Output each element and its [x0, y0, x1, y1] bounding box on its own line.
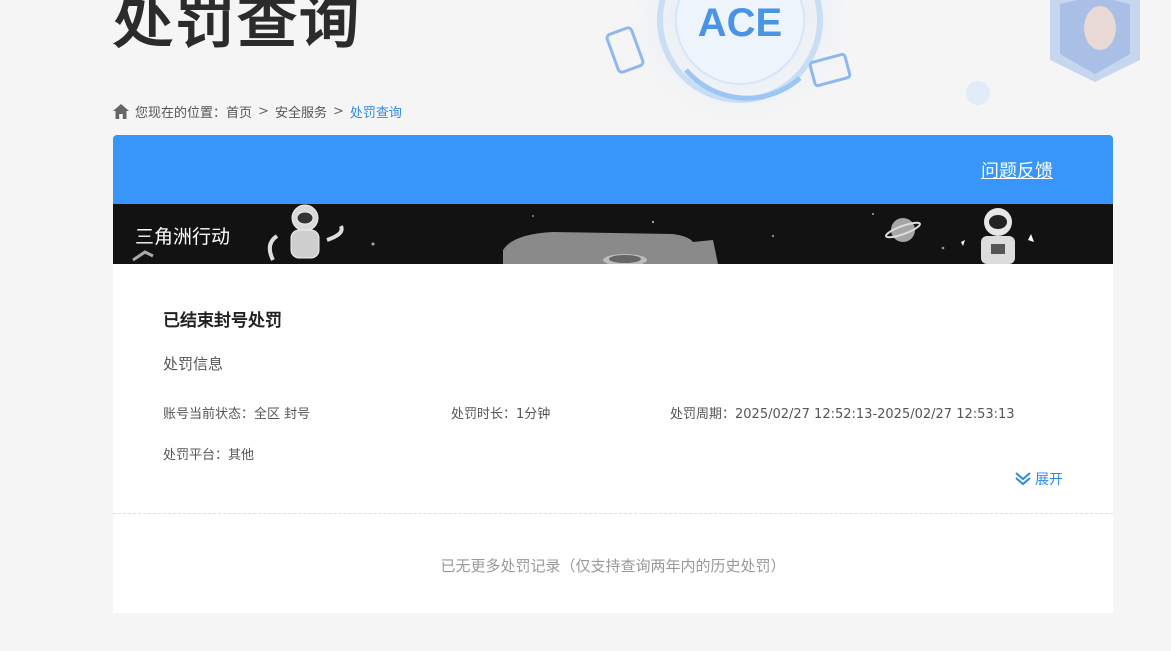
ace-logo-icon: ACE	[605, 0, 852, 125]
divider	[113, 513, 1113, 514]
no-more-records-text: 已无更多处罚记录（仅支持查询两年内的历史处罚）	[440, 557, 786, 575]
svg-text:ACE: ACE	[698, 1, 782, 45]
panel-header: 问题反馈	[113, 135, 1113, 204]
penalty-period: 处罚周期：2025/02/27 12:52:13-2025/02/27 12:5…	[670, 407, 1015, 422]
double-chevron-down-icon	[1015, 472, 1031, 486]
breadcrumb-separator: >	[258, 103, 269, 119]
page: ACE 处罚查询 您现在的位置： 首页 > 安全服务 > 处罚查询 问题反馈 三…	[0, 0, 1171, 651]
breadcrumb-home[interactable]: 首页	[226, 102, 252, 121]
character-avatar	[1050, 0, 1140, 82]
page-title: 处罚查询	[113, 0, 361, 57]
breadcrumb-prefix: 您现在的位置：	[135, 105, 227, 121]
bubble-decoration	[966, 81, 990, 105]
record-title: 已结束封号处罚	[163, 311, 282, 331]
game-name: 三角洲行动	[135, 226, 231, 248]
home-icon	[113, 103, 129, 119]
breadcrumb-current: 处罚查询	[349, 105, 402, 121]
penalty-duration: 处罚时长：1分钟	[451, 407, 551, 422]
game-banner: 三角洲行动	[113, 204, 1113, 264]
penalty-panel: 问题反馈 三角洲行动 已结束封号处罚 处罚信息 账号当前状态：全区 封号 处罚时…	[113, 135, 1113, 613]
breadcrumb-security-services[interactable]: 安全服务	[275, 102, 327, 121]
feedback-link[interactable]: 问题反馈	[981, 157, 1053, 183]
game-banner-art	[113, 204, 1113, 264]
breadcrumb-separator: >	[332, 103, 344, 119]
expand-label: 展开	[1035, 472, 1063, 488]
account-status: 账号当前状态：全区 封号	[163, 407, 311, 422]
expand-button[interactable]: 展开	[1015, 469, 1063, 489]
penalty-platform: 处罚平台：其他	[163, 448, 255, 463]
penalty-info-label: 处罚信息	[163, 355, 224, 373]
breadcrumb: 您现在的位置： 首页 > 安全服务 > 处罚查询	[113, 102, 402, 121]
